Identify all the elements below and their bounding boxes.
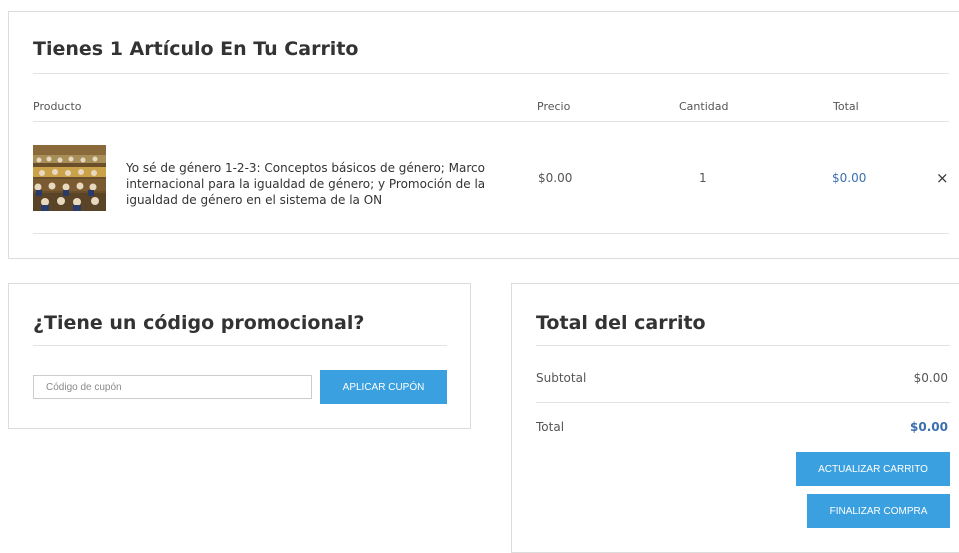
subtotal-value: $0.00	[913, 371, 948, 385]
divider	[33, 121, 949, 122]
column-header-price: Precio	[537, 100, 571, 113]
cart-panel: Tienes 1 Artículo En Tu Carrito Producto…	[8, 11, 959, 259]
total-value: $0.00	[910, 420, 948, 434]
divider	[536, 345, 950, 346]
cart-title: Tienes 1 Artículo En Tu Carrito	[33, 38, 359, 60]
update-cart-button[interactable]: ACTUALIZAR CARRITO	[796, 452, 950, 486]
divider	[33, 233, 949, 234]
divider	[33, 73, 949, 74]
total-label: Total	[536, 420, 565, 434]
item-total: $0.00	[832, 171, 867, 185]
coupon-code-input[interactable]	[33, 375, 312, 399]
item-price: $0.00	[538, 171, 573, 185]
remove-item-icon[interactable]: ×	[936, 170, 949, 186]
item-quantity[interactable]: 1	[699, 171, 707, 185]
column-header-product: Producto	[33, 100, 82, 113]
divider	[536, 402, 950, 403]
totals-title: Total del carrito	[536, 312, 706, 334]
product-thumbnail[interactable]	[33, 145, 106, 211]
promo-code-panel: ¿Tiene un código promocional? APLICAR CU…	[8, 283, 471, 429]
cart-totals-panel: Total del carrito Subtotal $0.00 Total $…	[511, 283, 959, 553]
product-name[interactable]: Yo sé de género 1-2-3: Conceptos básicos…	[126, 160, 506, 208]
subtotal-label: Subtotal	[536, 371, 587, 385]
divider	[33, 345, 447, 346]
promo-title: ¿Tiene un código promocional?	[33, 312, 365, 334]
apply-coupon-button[interactable]: APLICAR CUPÓN	[320, 370, 447, 404]
column-header-total: Total	[833, 100, 859, 113]
checkout-button[interactable]: FINALIZAR COMPRA	[807, 494, 950, 528]
column-header-quantity: Cantidad	[679, 100, 729, 113]
